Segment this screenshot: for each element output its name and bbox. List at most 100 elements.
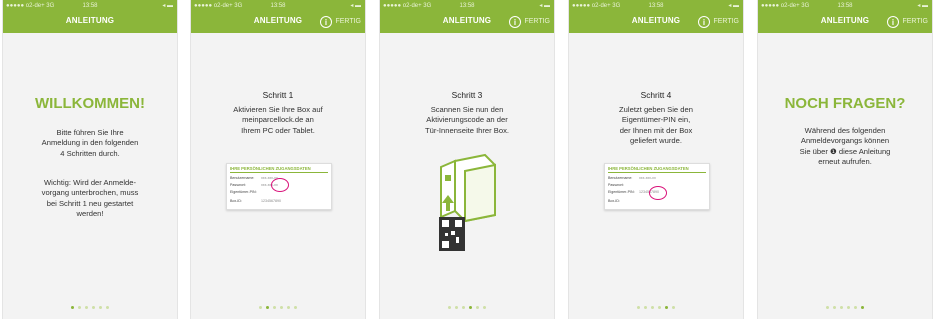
page-dot[interactable]	[826, 306, 829, 309]
intro-text: Bitte führen Sie Ihre Anmeldung in den f…	[41, 128, 139, 158]
page-dot[interactable]	[840, 306, 843, 309]
battery-icon: ◂ ▬	[917, 3, 928, 9]
done-button[interactable]: FERTIG	[335, 18, 361, 25]
page-dot[interactable]	[455, 306, 458, 309]
page-dot[interactable]	[483, 306, 486, 309]
questions-text: Während des folgenden Anmeldevorgangs kö…	[799, 126, 891, 167]
page-dot[interactable]	[280, 306, 283, 309]
page-dot[interactable]	[99, 306, 102, 309]
screen-step-1: ●●●●● o2-de+ 3G 13:58 ◂ ▬ ANLEITUNG i FE…	[191, 0, 365, 319]
page-dot[interactable]	[71, 306, 74, 309]
card-label: Passwort:	[230, 183, 246, 187]
page-dot[interactable]	[854, 306, 857, 309]
page-dot[interactable]	[644, 306, 647, 309]
step-text: Scannen Sie nun den Aktivierungscode an …	[425, 105, 509, 135]
nav-bar: ANLEITUNG i FERTIG	[380, 13, 554, 33]
battery-icon: ◂ ▬	[728, 3, 739, 9]
card-title: IHRE PERSÖNLICHEN ZUGANGSDATEN	[230, 166, 311, 171]
content: WILLKOMMEN! Bitte führen Sie Ihre Anmeld…	[3, 33, 177, 319]
screen-welcome: ●●●●● o2-de+ 3G 13:58 ◂ ▬ ANLEITUNG WILL…	[3, 0, 177, 319]
clock: 13:58	[82, 3, 98, 9]
step-text: Aktivieren Sie Ihre Box auf meinparcello…	[233, 105, 323, 135]
info-icon[interactable]: i	[887, 16, 899, 28]
battery-icon: ◂ ▬	[350, 3, 361, 9]
status-bar: ●●●●● o2-de+ 3G 13:58 ◂ ▬	[569, 0, 743, 13]
done-button[interactable]: FERTIG	[713, 18, 739, 25]
page-dot[interactable]	[287, 306, 290, 309]
divider	[608, 172, 706, 173]
divider	[230, 172, 328, 173]
content: Schritt 4 Zuletzt geben Sie den Eigentüm…	[569, 33, 743, 319]
page-dot[interactable]	[476, 306, 479, 309]
page-dot[interactable]	[448, 306, 451, 309]
page-dot[interactable]	[847, 306, 850, 309]
clock: 13:58	[459, 3, 475, 9]
screen-questions: ●●●●● o2-de+ 3G 13:58 ◂ ▬ ANLEITUNG i FE…	[758, 0, 932, 319]
status-bar: ●●●●● o2-de+ 3G 13:58 ◂ ▬	[3, 0, 177, 13]
nav-bar: ANLEITUNG i FERTIG	[758, 13, 932, 33]
card-label: Benutzername:	[608, 176, 633, 180]
done-button[interactable]: FERTIG	[902, 18, 928, 25]
nav-bar: ANLEITUNG i FERTIG	[569, 13, 743, 33]
questions-heading: NOCH FRAGEN?	[784, 95, 906, 112]
highlight-circle	[271, 178, 289, 192]
info-icon[interactable]: i	[320, 16, 332, 28]
page-dot[interactable]	[861, 306, 864, 309]
content: Schritt 3 Scannen Sie nun den Aktivierun…	[380, 33, 554, 319]
page-dot[interactable]	[833, 306, 836, 309]
content: Schritt 1 Aktivieren Sie Ihre Box auf me…	[191, 33, 365, 319]
page-dot[interactable]	[658, 306, 661, 309]
card-value: 1234567890	[261, 199, 281, 203]
battery-icon: ◂ ▬	[162, 3, 173, 9]
page-dot[interactable]	[294, 306, 297, 309]
page-dot[interactable]	[469, 306, 472, 309]
page-indicator[interactable]	[3, 306, 177, 309]
page-dot[interactable]	[462, 306, 465, 309]
info-icon[interactable]: i	[509, 16, 521, 28]
page-dot[interactable]	[266, 306, 269, 309]
step-title: Schritt 3	[451, 90, 483, 100]
screen-step-3: ●●●●● o2-de+ 3G 13:58 ◂ ▬ ANLEITUNG i FE…	[380, 0, 554, 319]
page-dot[interactable]	[273, 306, 276, 309]
credentials-card: IHRE PERSÖNLICHEN ZUGANGSDATEN Benutzern…	[226, 163, 332, 210]
status-bar: ●●●●● o2-de+ 3G 13:58 ◂ ▬	[191, 0, 365, 13]
nav-title: ANLEITUNG	[65, 16, 115, 25]
page-dot[interactable]	[651, 306, 654, 309]
page-indicator[interactable]	[191, 306, 365, 309]
page-dot[interactable]	[665, 306, 668, 309]
status-bar: ●●●●● o2-de+ 3G 13:58 ◂ ▬	[758, 0, 932, 13]
info-icon[interactable]: i	[698, 16, 710, 28]
status-bar: ●●●●● o2-de+ 3G 13:58 ◂ ▬	[380, 0, 554, 13]
highlight-circle	[649, 186, 667, 200]
page-dot[interactable]	[672, 306, 675, 309]
clock: 13:58	[837, 3, 853, 9]
card-label: Benutzername:	[230, 176, 255, 180]
done-button[interactable]: FERTIG	[524, 18, 550, 25]
step-title: Schritt 4	[640, 90, 672, 100]
nav-bar: ANLEITUNG	[3, 13, 177, 33]
nav-bar: ANLEITUNG i FERTIG	[191, 13, 365, 33]
page-indicator[interactable]	[569, 306, 743, 309]
page-dot[interactable]	[259, 306, 262, 309]
page-indicator[interactable]	[380, 306, 554, 309]
page-dot[interactable]	[92, 306, 95, 309]
page-dot[interactable]	[85, 306, 88, 309]
page-indicator[interactable]	[758, 306, 932, 309]
step-text: Zuletzt geben Sie den Eigentümer-PIN ein…	[619, 105, 693, 146]
credentials-card: IHRE PERSÖNLICHEN ZUGANGSDATEN Benutzern…	[604, 163, 710, 210]
page-dot[interactable]	[637, 306, 640, 309]
card-label: Eigentümer-PIN:	[230, 190, 257, 194]
step-title: Schritt 1	[262, 90, 294, 100]
welcome-heading: WILLKOMMEN!	[35, 95, 145, 112]
battery-icon: ◂ ▬	[539, 3, 550, 9]
card-label: Eigentümer-PIN:	[608, 190, 635, 194]
page-dot[interactable]	[106, 306, 109, 309]
card-label: Box-ID:	[608, 199, 620, 203]
card-title: IHRE PERSÖNLICHEN ZUGANGSDATEN	[608, 166, 689, 171]
warning-text: Wichtig: Wird der Anmelde- vorgang unter…	[41, 178, 139, 219]
clock: 13:58	[270, 3, 286, 9]
page-dot[interactable]	[78, 306, 81, 309]
card-value: xxx-xxx-xx	[639, 176, 656, 180]
content: NOCH FRAGEN? Während des folgenden Anmel…	[758, 33, 932, 319]
clock: 13:58	[648, 3, 664, 9]
